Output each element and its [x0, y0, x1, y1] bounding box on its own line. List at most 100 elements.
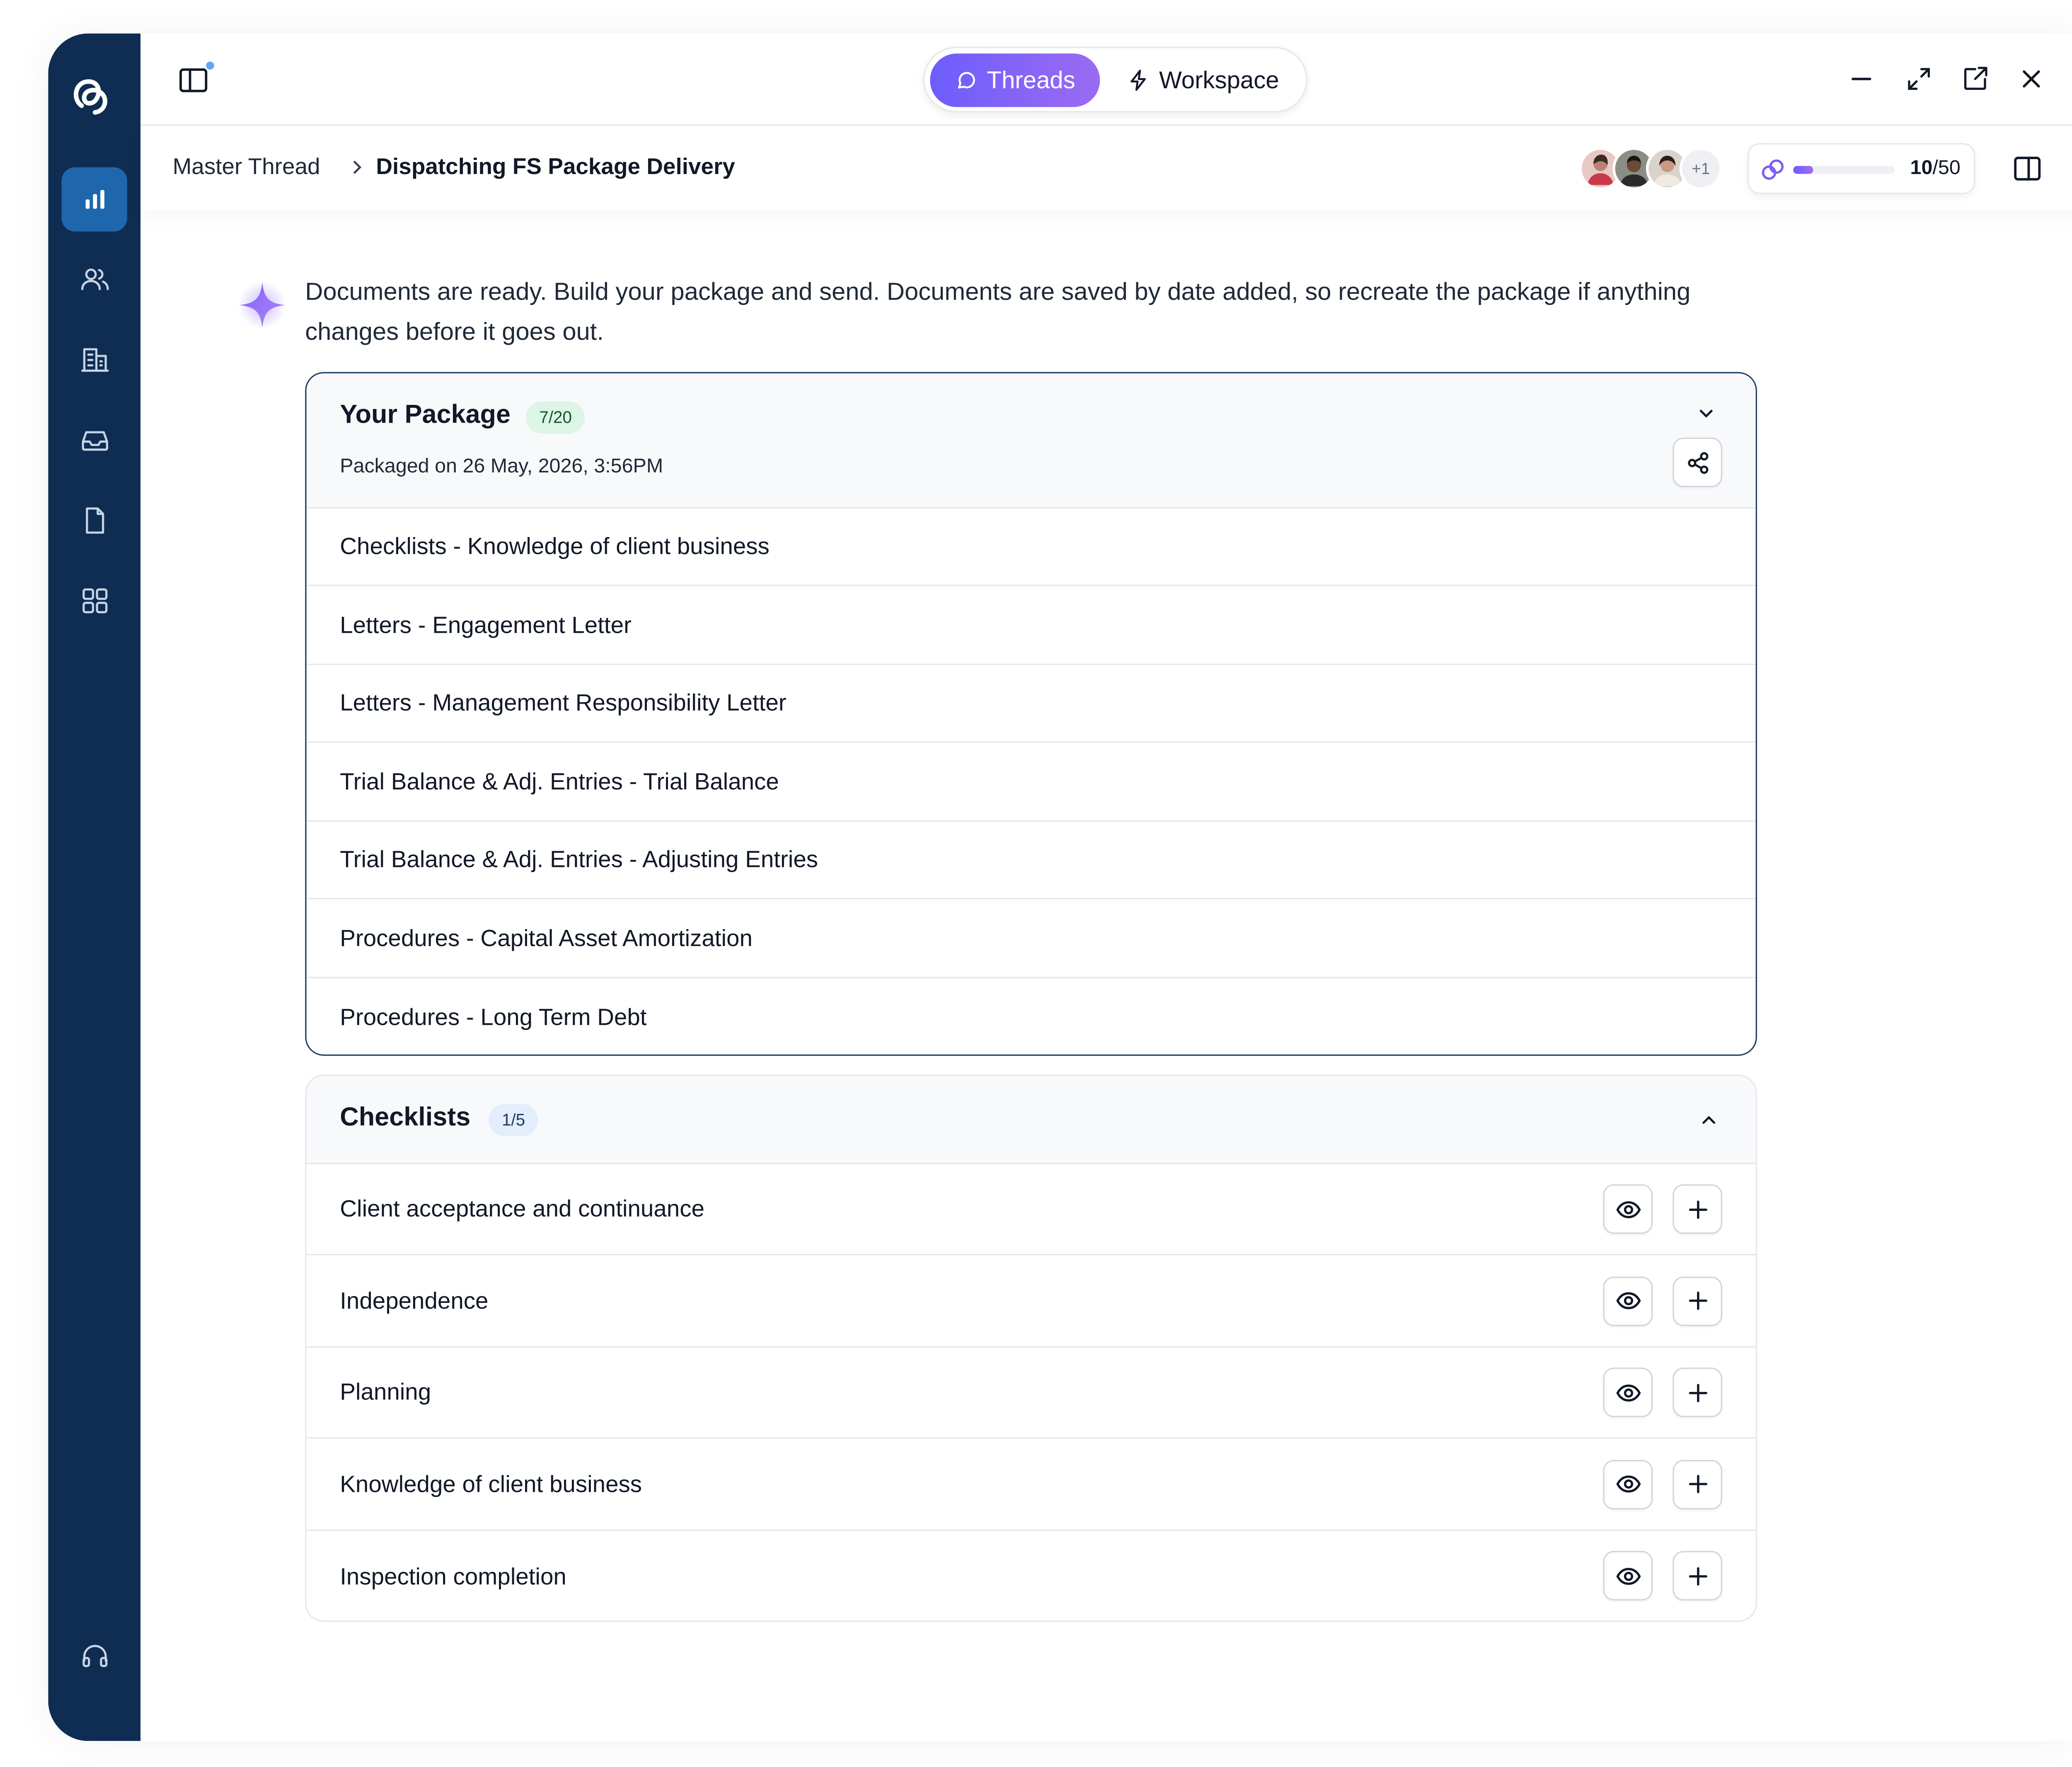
eye-icon — [1615, 1475, 1640, 1493]
checklist-item-label: Planning — [340, 1378, 431, 1405]
tab-threads-label: Threads — [987, 66, 1075, 93]
checklist-item-label: Independence — [340, 1286, 489, 1314]
checklists-title: Checklists — [340, 1102, 471, 1132]
usage-progress-fill — [1793, 166, 1814, 174]
nav-inbox[interactable] — [62, 408, 127, 472]
preview-button[interactable] — [1603, 1276, 1653, 1326]
breadcrumb-parent[interactable]: Master Thread — [173, 154, 320, 181]
usage-count: 10/50 — [1910, 157, 1961, 179]
package-item-label: Checklists - Knowledge of client busines… — [340, 533, 770, 559]
stage: Threads Workspace Master Thread Dispatch… — [0, 0, 2072, 1767]
chat-bubble-icon — [959, 72, 976, 89]
document-icon — [85, 507, 104, 534]
package-item[interactable]: Procedures - Long Term Debt — [306, 978, 1755, 1055]
split-view-icon — [2014, 157, 2041, 181]
checklist-item: Inspection completion — [306, 1531, 1755, 1620]
checklist-item-label: Inspection completion — [340, 1562, 566, 1589]
expand-button[interactable] — [1903, 63, 1935, 95]
nav-support[interactable] — [62, 1623, 127, 1687]
checklists-header: Checklists 1/5 — [306, 1076, 1756, 1164]
eye-icon — [1615, 1567, 1640, 1584]
panel-toggle-button[interactable] — [177, 60, 215, 98]
chevron-right-icon — [353, 161, 362, 174]
package-item-label: Letters - Engagement Letter — [340, 611, 632, 638]
nav-organizations[interactable] — [62, 328, 127, 392]
app-window: Threads Workspace Master Thread Dispatch… — [48, 33, 2072, 1741]
add-to-package-button[interactable] — [1673, 1551, 1722, 1601]
preview-button[interactable] — [1603, 1551, 1653, 1601]
usage-total: /50 — [1932, 156, 1961, 179]
preview-button[interactable] — [1603, 1368, 1653, 1417]
eye-icon — [1615, 1292, 1640, 1310]
bar-chart-icon — [85, 190, 104, 209]
nav-apps[interactable] — [62, 569, 127, 633]
preview-button[interactable] — [1603, 1184, 1653, 1234]
checklist-item: Client acceptance and continuance — [306, 1164, 1756, 1255]
plus-icon — [1688, 1475, 1707, 1493]
breadcrumb-current: Dispatching FS Package Delivery — [376, 154, 735, 179]
nav-documents[interactable] — [62, 489, 127, 553]
more-collaborators-badge: +1 — [1679, 147, 1722, 190]
package-item[interactable]: Letters - Management Responsibility Lett… — [306, 665, 1756, 743]
add-to-package-button[interactable] — [1673, 1276, 1722, 1326]
usage-progress-track — [1793, 166, 1895, 174]
tab-workspace[interactable]: Workspace — [1105, 53, 1300, 107]
package-item[interactable]: Trial Balance & Adj. Entries - Adjusting… — [306, 822, 1756, 900]
package-count-badge: 7/20 — [526, 401, 586, 434]
chevron-down-icon[interactable] — [1695, 403, 1717, 424]
sidebar — [48, 33, 141, 1741]
add-to-package-button[interactable] — [1673, 1368, 1722, 1417]
grid-apps-icon — [82, 588, 107, 613]
package-item[interactable]: Checklists - Knowledge of client busines… — [306, 508, 1756, 586]
nav-analytics[interactable] — [61, 167, 127, 232]
package-item[interactable]: Letters - Engagement Letter — [306, 587, 1756, 665]
preview-button[interactable] — [1603, 1459, 1653, 1509]
split-view-button[interactable] — [2011, 152, 2043, 185]
package-date: Packaged on 26 May, 2026, 3:56PM — [340, 455, 663, 478]
package-title: Your Package — [340, 400, 511, 430]
usage-used: 10 — [1910, 156, 1933, 179]
users-icon — [80, 269, 108, 290]
share-button[interactable] — [1673, 437, 1722, 487]
expand-icon — [1908, 68, 1930, 90]
ai-sparkle-icon — [235, 278, 289, 332]
share-icon — [1687, 451, 1708, 473]
add-to-package-button[interactable] — [1673, 1459, 1722, 1509]
plus-icon — [1688, 1383, 1707, 1402]
thread-usage-meter[interactable]: 10/50 — [1748, 143, 1975, 194]
link-circles-icon — [1762, 159, 1784, 180]
package-card: Your Package 7/20 Packaged on 26 May, 20… — [305, 372, 1757, 1056]
checklists-count-badge: 1/5 — [488, 1104, 539, 1136]
checklists-card: Checklists 1/5 Client acceptance and con… — [305, 1075, 1757, 1622]
tab-workspace-label: Workspace — [1159, 66, 1279, 93]
package-item-label: Trial Balance & Adj. Entries - Trial Bal… — [340, 767, 779, 794]
package-header: Your Package 7/20 Packaged on 26 May, 20… — [306, 373, 1756, 509]
package-item-label: Letters - Management Responsibility Lett… — [340, 689, 787, 716]
tab-threads[interactable]: Threads — [930, 53, 1100, 107]
nav-users[interactable] — [62, 247, 127, 312]
notification-dot — [205, 60, 215, 71]
package-item[interactable]: Trial Balance & Adj. Entries - Trial Bal… — [306, 743, 1756, 821]
app-logo-icon[interactable] — [67, 70, 120, 123]
add-to-package-button[interactable] — [1673, 1184, 1722, 1234]
package-item-label: Procedures - Capital Asset Amortization — [340, 924, 753, 951]
package-item-label: Trial Balance & Adj. Entries - Adjusting… — [340, 845, 818, 873]
eye-icon — [1615, 1384, 1640, 1401]
minimize-button[interactable] — [1845, 63, 1878, 95]
close-button[interactable] — [2015, 63, 2048, 95]
lightning-icon — [1130, 70, 1146, 91]
open-external-icon — [1964, 67, 1987, 90]
checklist-item-label: Knowledge of client business — [340, 1470, 642, 1497]
chevron-up-icon[interactable] — [1698, 1109, 1720, 1131]
close-icon — [2023, 70, 2040, 88]
checklist-item: Knowledge of client business — [306, 1439, 1756, 1530]
building-icon — [80, 348, 108, 372]
view-switcher: Threads Workspace — [923, 47, 1307, 113]
package-item[interactable]: Procedures - Capital Asset Amortization — [306, 900, 1756, 978]
open-external-button[interactable] — [1959, 63, 1992, 95]
plus-icon — [1688, 1566, 1707, 1585]
plus-icon — [1688, 1291, 1707, 1310]
checklist-item: Independence — [306, 1256, 1756, 1347]
checklist-item: Planning — [306, 1348, 1756, 1439]
minimize-icon — [1852, 77, 1871, 80]
